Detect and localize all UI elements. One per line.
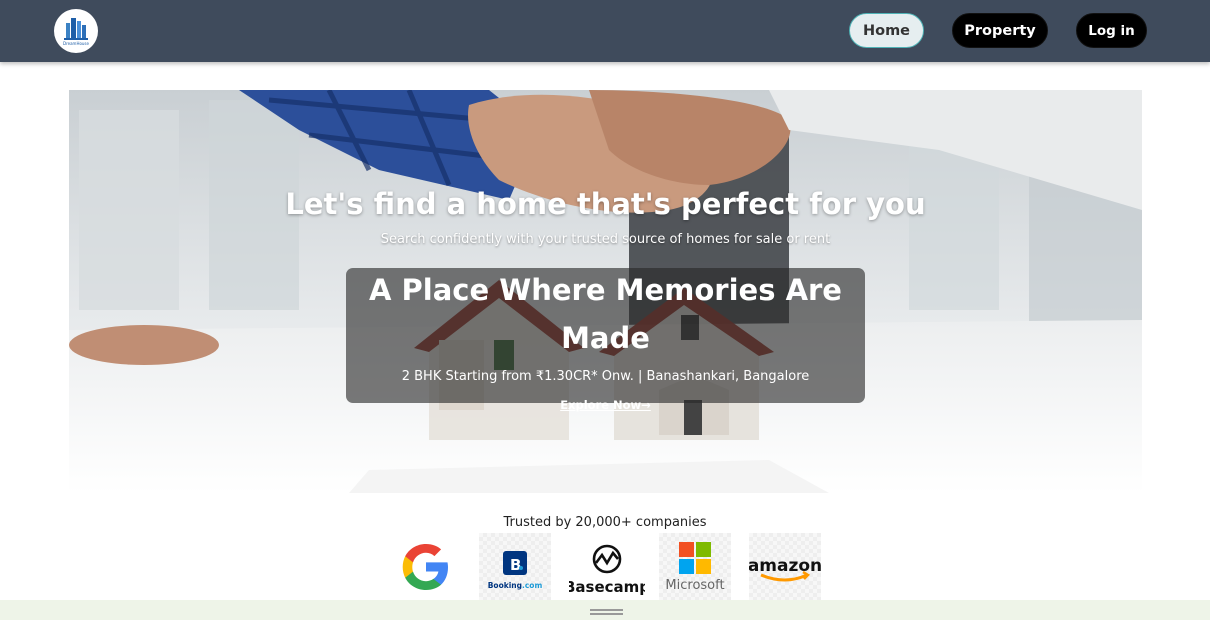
nav-home-button[interactable]: Home [849,13,924,48]
brand-logo[interactable]: DreamHouse [54,9,98,53]
basecamp-icon: Basecamp [569,544,645,596]
top-navbar: DreamHouse Home Property Log in [0,0,1210,62]
booking-icon: B Booking.com [488,551,543,590]
login-button[interactable]: Log in [1076,13,1147,48]
drag-handle-icon[interactable] [590,609,623,615]
trusted-label: Trusted by 20,000+ companies [503,515,707,530]
svg-text:Booking.com: Booking.com [488,581,543,590]
promo-info: 2 BHK Starting from ₹1.30CR* Onw. | Bana… [401,369,810,384]
svg-text:B: B [510,556,521,574]
explore-now-link[interactable]: Explore Now→ [69,398,1142,412]
booking-logo: B Booking.com [479,533,551,600]
logo-text: DreamHouse [63,41,90,46]
nav-property-button[interactable]: Property [952,13,1048,48]
svg-text:Microsoft: Microsoft [665,578,724,593]
hero-title: Let's find a home that's perfect for you [285,187,926,221]
svg-text:amazon: amazon [749,556,821,576]
amazon-icon: amazon [749,556,821,582]
google-icon [402,543,448,590]
microsoft-icon: Microsoft [665,542,725,593]
microsoft-logo: Microsoft [659,533,731,600]
hero-banner: Let's find a home that's perfect for you… [69,90,1142,493]
svg-text:Basecamp: Basecamp [569,578,645,596]
amazon-logo: amazon [749,533,821,600]
hero-subtitle: Search confidently with your trusted sou… [380,232,831,247]
google-logo [398,533,454,600]
promo-title: A Place Where Memories Are Made [369,273,842,355]
basecamp-logo: Basecamp [569,533,645,600]
building-logo-icon: DreamHouse [55,10,97,52]
